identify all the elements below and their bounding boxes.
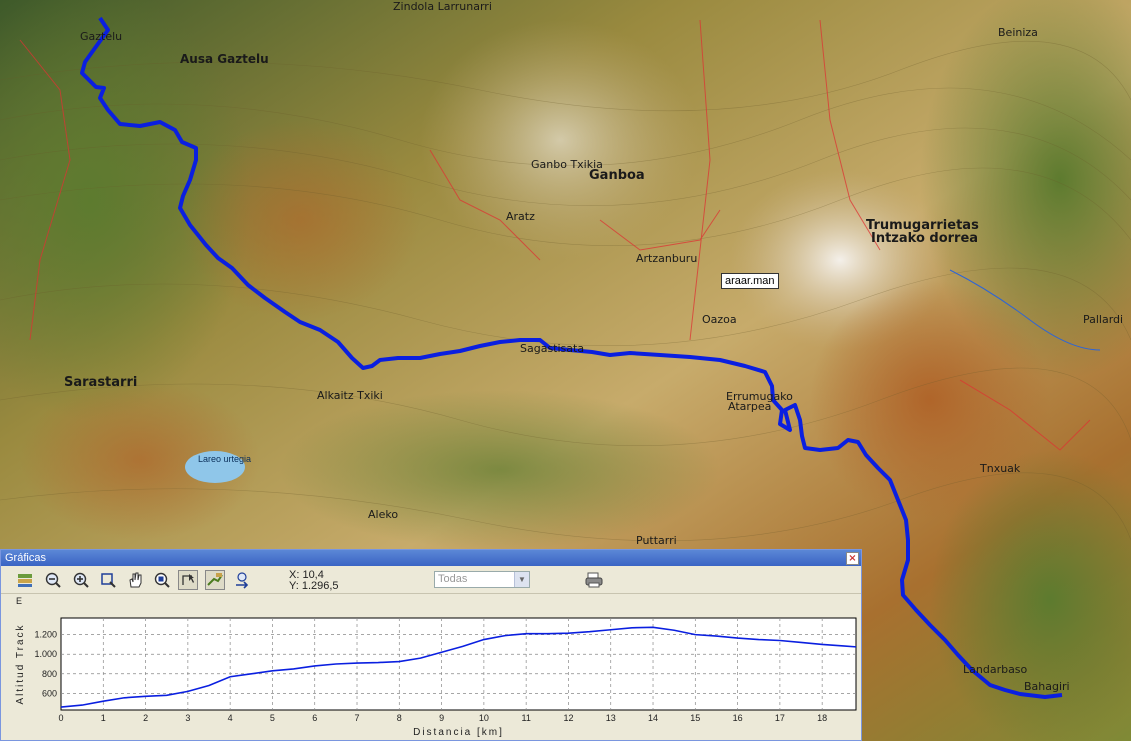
graphs-panel: Gráficas × X: 10,4 Y: 1.296,5 Todas ▼ E … [0, 549, 862, 741]
label-oazoa: Oazoa [702, 313, 737, 326]
label-aratz: Aratz [506, 210, 535, 223]
map-tooltip: araar.man [721, 273, 779, 289]
y-tick-label: 600 [42, 688, 57, 698]
plot-background [60, 617, 857, 711]
series-select[interactable]: Todas ▼ [434, 571, 530, 588]
x-tick-label: 1 [101, 713, 106, 723]
x-axis-label: Distancia [km] [413, 727, 504, 738]
x-tick-label: 3 [185, 713, 190, 723]
label-pallardi: Pallardi [1083, 313, 1124, 326]
x-tick-label: 4 [228, 713, 233, 723]
panel-titlebar[interactable]: Gráficas × [1, 550, 861, 566]
print-icon[interactable] [584, 571, 604, 589]
zoom-extent-icon[interactable] [152, 570, 172, 590]
label-ganbo-txikia: Ganbo Txikia [531, 158, 603, 171]
x-tick-label: 8 [397, 713, 402, 723]
pan-hand-icon[interactable] [125, 570, 145, 590]
label-artzanburu: Artzanburu [636, 252, 698, 265]
export-icon[interactable] [232, 570, 252, 590]
pointer-icon[interactable] [178, 570, 198, 590]
x-tick-label: 0 [58, 713, 63, 723]
label-tnxuak: Tnxuak [980, 462, 1021, 475]
close-icon[interactable]: × [846, 552, 859, 565]
x-tick-label: 12 [563, 713, 573, 723]
label-aleko: Aleko [368, 508, 399, 521]
x-tick-label: 2 [143, 713, 148, 723]
label-ausa-gaztelu: Ausa Gaztelu [180, 52, 269, 66]
label-sarastarri: Sarastarri [64, 375, 138, 390]
zoom-out-icon[interactable] [43, 570, 63, 590]
label-gaztelu: Gaztelu [80, 30, 123, 43]
zoom-in-icon[interactable] [71, 570, 91, 590]
chevron-down-icon[interactable]: ▼ [514, 572, 529, 587]
x-tick-label: 5 [270, 713, 275, 723]
y-readout: Y: 1.296,5 [289, 580, 339, 592]
elevation-chart[interactable]: 0 1 2 3 4 5 6 7 8 9 10 11 12 13 14 15 16 17 186008001.0001… [1, 594, 861, 740]
x-tick-label: 11 [521, 713, 530, 723]
x-tick-label: 6 [312, 713, 317, 723]
label-lake: Lareo urtegia [198, 454, 252, 464]
x-tick-label: 9 [439, 713, 444, 723]
label-bahagiri: Bahagiri [1024, 680, 1070, 693]
chart-toolbar: X: 10,4 Y: 1.296,5 Todas ▼ [1, 567, 861, 594]
x-tick-label: 18 [817, 713, 827, 723]
label-atarpea: Atarpea [728, 400, 772, 413]
layers-icon[interactable] [15, 570, 35, 590]
label-alkaitz-txiki: Alkaitz Txiki [317, 389, 383, 402]
y-tick-label: 1.200 [34, 630, 57, 640]
x-tick-label: 15 [690, 713, 700, 723]
x-tick-label: 14 [648, 713, 658, 723]
series-select-value: Todas [438, 573, 468, 585]
label-sagastisata: Sagastisata [520, 342, 585, 355]
label-intzako-dorrea: Intzako dorrea [871, 231, 979, 246]
x-tick-label: 16 [733, 713, 743, 723]
x-tick-label: 7 [355, 713, 360, 723]
x-tick-label: 10 [479, 713, 489, 723]
label-puttarri: Puttarri [636, 534, 677, 547]
label-beiniza: Beiniza [998, 26, 1038, 39]
zoom-rect-icon[interactable] [98, 570, 118, 590]
panel-title: Gráficas [5, 552, 46, 564]
y-tick-label: 1.000 [34, 649, 57, 659]
chart-area: E 0 1 2 3 4 5 6 7 8 9 10 11 12 13 14 15 16 17 18 600 800 1.00… [1, 594, 861, 740]
y-axis-label: Altitud Track [15, 623, 26, 704]
track-edit-icon[interactable] [205, 570, 225, 590]
label-zindola: Zindola Larrunarri [393, 0, 492, 13]
x-tick-label: 13 [606, 713, 616, 723]
y-tick-label: 800 [42, 669, 57, 679]
x-tick-label: 17 [775, 713, 785, 723]
label-landarbaso: Landarbaso [963, 663, 1028, 676]
